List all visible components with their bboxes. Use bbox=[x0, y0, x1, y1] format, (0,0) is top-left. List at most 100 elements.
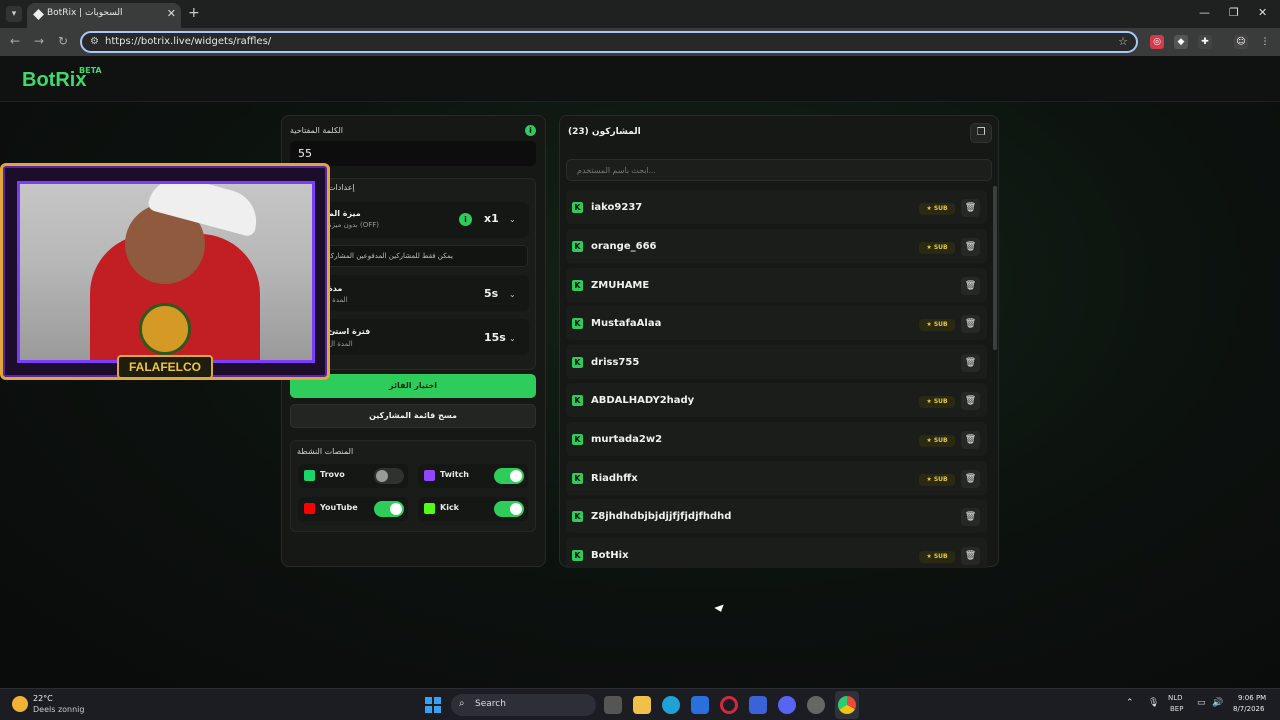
site-info-icon[interactable]: ⚙ bbox=[90, 36, 99, 47]
participants-title: المشاركون (23) bbox=[568, 127, 641, 137]
extensions-puzzle-icon[interactable]: ✚ bbox=[1198, 35, 1212, 49]
participant-row: K driss755 🗑 bbox=[566, 345, 987, 379]
extension-shield-icon[interactable]: ◆ bbox=[1174, 35, 1188, 49]
kick-toggle[interactable] bbox=[494, 501, 524, 517]
platform-label: Trovo bbox=[320, 470, 345, 479]
twitch-toggle[interactable] bbox=[494, 468, 524, 484]
kick-icon: K bbox=[572, 473, 583, 484]
delete-icon[interactable]: 🗑 bbox=[961, 277, 980, 295]
microphone-icon[interactable]: 🎙 bbox=[1148, 698, 1159, 708]
luck-info-icon[interactable]: i bbox=[459, 213, 472, 226]
delete-icon[interactable]: 🗑 bbox=[961, 431, 980, 449]
url-text: https://botrix.live/widgets/raffles/ bbox=[105, 36, 272, 47]
new-tab-icon[interactable]: + bbox=[188, 5, 200, 21]
delete-icon[interactable]: 🗑 bbox=[961, 354, 980, 372]
settings-label: إعدادات bbox=[328, 183, 355, 192]
clear-participants-button[interactable]: مسح قائمة المشاركين bbox=[290, 404, 536, 428]
chevron-down-icon: ⌄ bbox=[509, 215, 516, 224]
copy-icon[interactable]: ❐ bbox=[970, 123, 992, 143]
sub-badge: ★ SUB bbox=[919, 435, 955, 447]
task-view-icon[interactable] bbox=[604, 696, 622, 714]
reload-icon[interactable]: ↻ bbox=[58, 34, 68, 48]
url-field[interactable]: ⚙ https://botrix.live/widgets/raffles/ ☆ bbox=[80, 31, 1138, 53]
luck-multiplier-select[interactable]: x1 bbox=[484, 212, 526, 230]
profile-icon[interactable]: ☺ bbox=[1234, 35, 1248, 49]
app-icon[interactable] bbox=[807, 696, 825, 714]
language-indicator[interactable]: NLD bbox=[1168, 694, 1183, 702]
interval-select[interactable]: 15s bbox=[484, 331, 526, 349]
participants-list: K iako9237 ★ SUB 🗑 K orange_666 ★ SUB 🗑 … bbox=[566, 188, 990, 568]
store-icon[interactable] bbox=[691, 696, 709, 714]
participant-row: K ZMUHAME 🗑 bbox=[566, 268, 987, 302]
participant-username: murtada2w2 bbox=[591, 434, 663, 445]
discord-icon[interactable] bbox=[778, 696, 796, 714]
kick-icon: K bbox=[572, 395, 583, 406]
keyword-label: الكلمة المفتاحية bbox=[290, 126, 344, 135]
participant-username: ZMUHAME bbox=[591, 280, 650, 291]
volume-icon[interactable]: 🔊 bbox=[1212, 698, 1223, 708]
tab-title: BotRix | السحوبات bbox=[47, 8, 123, 18]
participant-search-input[interactable] bbox=[566, 159, 992, 181]
weather-sun-icon[interactable] bbox=[12, 696, 28, 712]
delete-icon[interactable]: 🗑 bbox=[961, 315, 980, 333]
tab-close-icon[interactable]: ✕ bbox=[167, 7, 176, 20]
kick-icon: K bbox=[572, 357, 583, 368]
delete-icon[interactable]: 🗑 bbox=[961, 470, 980, 488]
bookmark-star-icon[interactable]: ☆ bbox=[1118, 35, 1128, 48]
platform-label: Kick bbox=[440, 503, 460, 512]
delete-icon[interactable]: 🗑 bbox=[961, 199, 980, 217]
delete-icon[interactable]: 🗑 bbox=[961, 238, 980, 256]
participant-row: K MustafaAlaa ★ SUB 🗑 bbox=[566, 306, 987, 340]
delete-icon[interactable]: 🗑 bbox=[961, 508, 980, 526]
participant-username: Riadhffx bbox=[591, 473, 638, 484]
delete-icon[interactable]: 🗑 bbox=[961, 547, 980, 565]
back-icon[interactable]: ← bbox=[10, 34, 20, 48]
participant-username: orange_666 bbox=[591, 241, 657, 252]
botrix-logo[interactable]: BotRix bbox=[22, 69, 86, 92]
participant-username: MustafaAlaa bbox=[591, 318, 662, 329]
tray-chevron-icon[interactable]: ⌃ bbox=[1126, 698, 1134, 708]
app-icon[interactable] bbox=[749, 696, 767, 714]
sub-badge: ★ SUB bbox=[919, 242, 955, 254]
trovo-toggle[interactable] bbox=[374, 468, 404, 484]
edge-icon[interactable] bbox=[662, 696, 680, 714]
browser-tab[interactable]: BotRix | السحوبات ✕ bbox=[27, 3, 181, 28]
close-window-icon[interactable]: ✕ bbox=[1258, 6, 1267, 19]
participants-scrollbar[interactable] bbox=[993, 186, 997, 350]
forward-icon[interactable]: → bbox=[34, 34, 44, 48]
minimize-icon[interactable]: — bbox=[1199, 6, 1210, 19]
duration-select[interactable]: 5s bbox=[484, 287, 526, 305]
participant-username: iako9237 bbox=[591, 202, 643, 213]
kick-icon: K bbox=[572, 318, 583, 329]
restore-icon[interactable]: ❐ bbox=[1229, 6, 1239, 19]
participant-row: K iako9237 ★ SUB 🗑 bbox=[566, 190, 987, 224]
sub-badge: ★ SUB bbox=[919, 319, 955, 331]
sub-badge: ★ SUB bbox=[919, 551, 955, 563]
clock-time[interactable]: 9:06 PM bbox=[1238, 694, 1266, 702]
keyword-info-icon[interactable]: i bbox=[525, 125, 536, 136]
participant-row: K Riadhffx ★ SUB 🗑 bbox=[566, 461, 987, 495]
file-explorer-icon[interactable] bbox=[633, 696, 651, 714]
opera-icon[interactable] bbox=[720, 696, 738, 714]
taskbar-search[interactable]: ⌕ Search bbox=[451, 694, 596, 716]
chevron-down-icon: ⌄ bbox=[509, 290, 516, 299]
delete-icon[interactable]: 🗑 bbox=[961, 392, 980, 410]
weather-temp[interactable]: 22°C bbox=[33, 694, 53, 703]
weather-desc[interactable]: Deels zonnig bbox=[33, 705, 84, 714]
browser-tab-bar: ▾ BotRix | السحوبات ✕ + — ❐ ✕ bbox=[0, 0, 1280, 28]
youtube-toggle[interactable] bbox=[374, 501, 404, 517]
sub-badge: ★ SUB bbox=[919, 474, 955, 486]
extension-red-icon[interactable]: ◎ bbox=[1150, 35, 1164, 49]
keyword-input[interactable]: 55 bbox=[290, 141, 536, 166]
clock-date[interactable]: 8/7/2026 bbox=[1233, 705, 1264, 713]
browser-menu-icon[interactable]: ⋮ bbox=[1258, 35, 1272, 49]
network-icon[interactable]: ▭ bbox=[1197, 698, 1206, 708]
tab-search-button[interactable]: ▾ bbox=[6, 6, 22, 22]
chrome-icon[interactable] bbox=[838, 696, 856, 714]
participant-username: driss755 bbox=[591, 357, 640, 368]
sub-badge: ★ SUB bbox=[919, 203, 955, 215]
platform-trovo: Trovo bbox=[298, 464, 408, 488]
keyboard-layout[interactable]: BEP bbox=[1170, 705, 1183, 713]
windows-start-icon[interactable] bbox=[425, 697, 441, 713]
platform-twitch: Twitch bbox=[418, 464, 528, 488]
